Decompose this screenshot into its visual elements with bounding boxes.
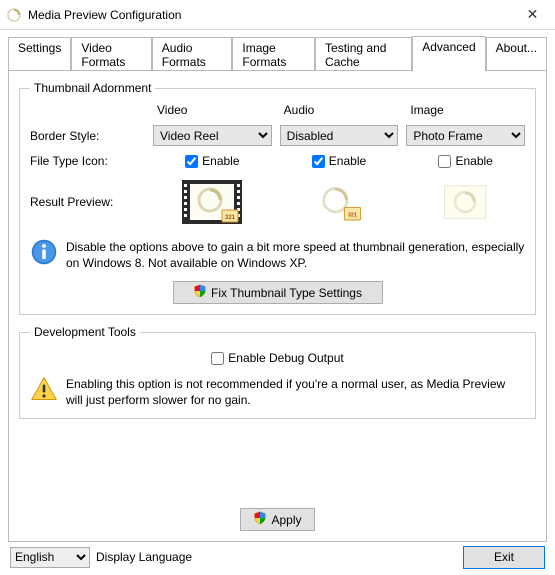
group-development-tools: Development Tools Enable Debug Output En… <box>19 325 536 419</box>
tab-label: Video Formats <box>81 41 125 69</box>
window-title: Media Preview Configuration <box>28 8 510 22</box>
button-label: Exit <box>494 550 514 564</box>
footer: English Display Language Exit <box>0 542 555 572</box>
tab-about[interactable]: About... <box>486 37 547 72</box>
tab-audio-formats[interactable]: Audio Formats <box>152 37 233 72</box>
button-label: Fix Thumbnail Type Settings <box>211 286 362 300</box>
shield-icon <box>193 284 207 301</box>
info-text: Disable the options above to gain a bit … <box>66 238 525 271</box>
tab-testing-cache[interactable]: Testing and Cache <box>315 37 412 72</box>
checkbox-label: Enable <box>455 154 492 168</box>
tab-panel-advanced: Thumbnail Adornment Video Audio Image Bo… <box>8 70 547 542</box>
exit-button[interactable]: Exit <box>463 546 545 569</box>
checkbox-label: Enable <box>329 154 366 168</box>
group-legend: Thumbnail Adornment <box>30 81 155 95</box>
preview-audio: 321 <box>308 179 370 225</box>
tab-advanced[interactable]: Advanced <box>412 36 485 72</box>
label-border-style: Border Style: <box>30 129 145 143</box>
tab-label: Audio Formats <box>162 41 206 69</box>
warning-text: Enabling this option is not recommended … <box>66 375 525 408</box>
checkbox-image-icon[interactable] <box>438 155 451 168</box>
combo-image-border[interactable]: Photo Frame <box>406 125 525 146</box>
svg-text:321: 321 <box>225 215 236 221</box>
checkbox-audio-icon[interactable] <box>312 155 325 168</box>
tab-label: Image Formats <box>242 41 286 69</box>
checkbox-image-icon-wrap[interactable]: Enable <box>406 154 525 168</box>
checkbox-audio-icon-wrap[interactable]: Enable <box>280 154 399 168</box>
column-header-video: Video <box>153 103 272 117</box>
checkbox-debug-wrap[interactable]: Enable Debug Output <box>211 351 343 365</box>
checkbox-label: Enable Debug Output <box>228 351 343 365</box>
button-label: Apply <box>271 513 301 527</box>
info-icon <box>30 238 58 271</box>
preview-image <box>435 179 497 225</box>
tab-label: Advanced <box>422 40 475 54</box>
tab-settings[interactable]: Settings <box>8 37 71 72</box>
fix-thumbnail-button[interactable]: Fix Thumbnail Type Settings <box>173 281 383 304</box>
app-icon <box>6 7 22 23</box>
svg-text:321: 321 <box>348 212 357 218</box>
apply-button[interactable]: Apply <box>240 508 315 531</box>
checkbox-video-icon[interactable] <box>185 155 198 168</box>
tab-label: About... <box>496 41 537 55</box>
tab-image-formats[interactable]: Image Formats <box>232 37 315 72</box>
shield-icon <box>253 511 267 528</box>
close-button[interactable]: ✕ <box>510 0 555 30</box>
language-select[interactable]: English <box>10 547 90 568</box>
title-bar: Media Preview Configuration ✕ <box>0 0 555 30</box>
group-thumbnail-adornment: Thumbnail Adornment Video Audio Image Bo… <box>19 81 536 315</box>
combo-video-border[interactable]: Video Reel <box>153 125 272 146</box>
checkbox-debug-output[interactable] <box>211 352 224 365</box>
preview-video: 321 <box>181 179 243 225</box>
tab-strip: Settings Video Formats Audio Formats Ima… <box>8 36 547 71</box>
tab-label: Settings <box>18 41 61 55</box>
column-header-image: Image <box>406 103 525 117</box>
tab-label: Testing and Cache <box>325 41 386 69</box>
label-result-preview: Result Preview: <box>30 195 145 209</box>
warning-icon <box>30 375 58 408</box>
label-file-type-icon: File Type Icon: <box>30 154 145 168</box>
checkbox-video-icon-wrap[interactable]: Enable <box>153 154 272 168</box>
tab-video-formats[interactable]: Video Formats <box>71 37 151 72</box>
checkbox-label: Enable <box>202 154 239 168</box>
column-header-audio: Audio <box>280 103 399 117</box>
close-icon: ✕ <box>527 6 539 23</box>
combo-audio-border[interactable]: Disabled <box>280 125 399 146</box>
language-label: Display Language <box>96 550 192 564</box>
group-legend: Development Tools <box>30 325 140 339</box>
